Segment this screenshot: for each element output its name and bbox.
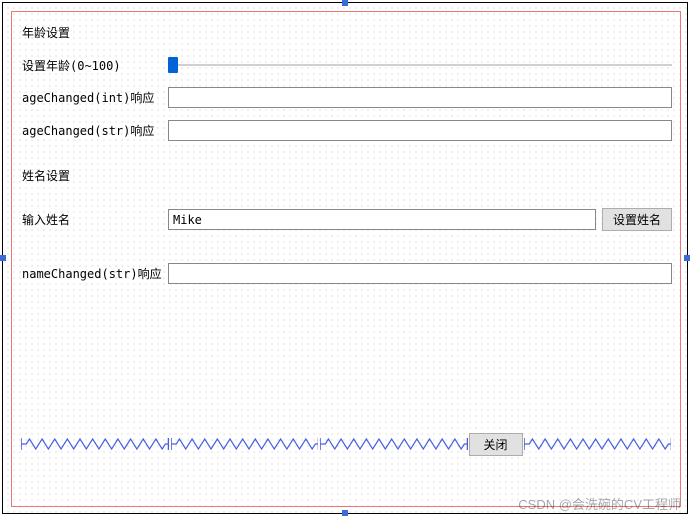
close-button-wrap: 关闭 [469, 433, 523, 456]
horizontal-spacer [21, 438, 169, 450]
age-slider[interactable] [168, 55, 672, 75]
selection-handle-left[interactable] [0, 255, 6, 261]
age-str-resp-input[interactable] [168, 120, 672, 141]
name-input-row: 输入姓名 设置姓名 [20, 208, 672, 231]
name-input[interactable] [168, 209, 596, 230]
age-groupbox: 年龄设置 设置年龄(0~100) ageChanged(int)响应 ageCh… [20, 24, 672, 141]
slider-track [168, 64, 672, 66]
selection-handle-top[interactable] [342, 0, 348, 6]
name-str-resp-row: nameChanged(str)响应 [20, 263, 672, 284]
selection-handle-bottom[interactable] [342, 510, 348, 516]
layout-frame: 年龄设置 设置年龄(0~100) ageChanged(int)响应 ageCh… [11, 11, 681, 507]
name-input-label: 输入姓名 [20, 211, 168, 228]
age-slider-label: 设置年龄(0~100) [20, 57, 168, 74]
set-name-button[interactable]: 设置姓名 [602, 208, 672, 231]
age-int-resp-input[interactable] [168, 87, 672, 108]
age-str-resp-label: ageChanged(str)响应 [20, 122, 168, 139]
age-group-title: 年龄设置 [22, 24, 672, 41]
close-button[interactable]: 关闭 [469, 433, 523, 456]
name-groupbox: 姓名设置 输入姓名 设置姓名 nameChanged(str)响应 [20, 167, 672, 284]
horizontal-spacer [320, 438, 468, 450]
form-designer-frame: 年龄设置 设置年龄(0~100) ageChanged(int)响应 ageCh… [2, 2, 688, 514]
age-slider-row: 设置年龄(0~100) [20, 55, 672, 75]
name-str-resp-input[interactable] [168, 263, 672, 284]
name-group-title: 姓名设置 [22, 167, 672, 184]
form-content: 年龄设置 设置年龄(0~100) ageChanged(int)响应 ageCh… [20, 20, 672, 498]
horizontal-spacer [171, 438, 319, 450]
horizontal-spacer [524, 438, 672, 450]
bottom-button-row: 关闭 [20, 432, 672, 456]
selection-handle-right[interactable] [684, 255, 690, 261]
slider-thumb[interactable] [168, 57, 178, 73]
age-str-resp-row: ageChanged(str)响应 [20, 120, 672, 141]
age-int-resp-label: ageChanged(int)响应 [20, 89, 168, 106]
age-int-resp-row: ageChanged(int)响应 [20, 87, 672, 108]
name-str-resp-label: nameChanged(str)响应 [20, 265, 168, 282]
